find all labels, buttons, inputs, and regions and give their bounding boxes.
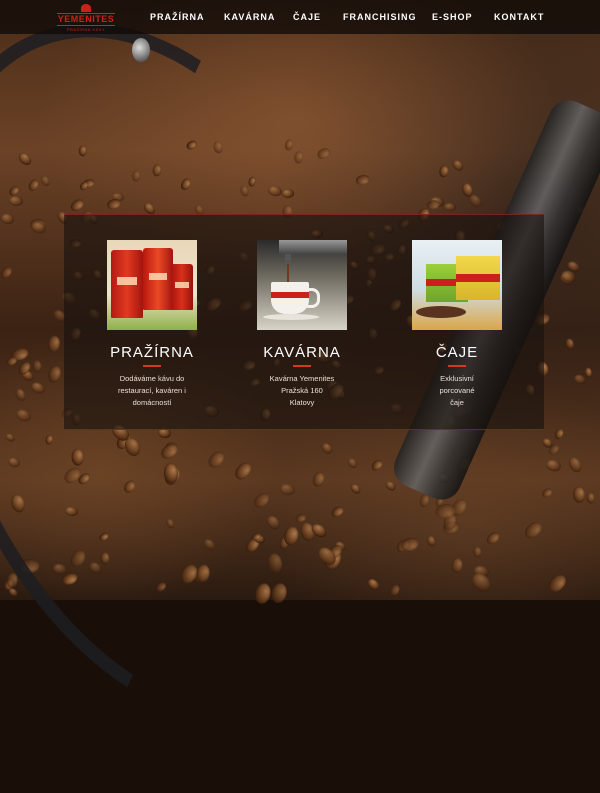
coffee-bean (438, 164, 449, 179)
service-card-prazirna[interactable]: PRAŽÍRNA Dodáváme kávu do restaurací, ka… (92, 240, 212, 409)
card-description: Exklusivní porcované čaje (439, 374, 475, 407)
coffee-bags-image[interactable] (107, 240, 197, 330)
nav-item-prazirna[interactable]: PRAŽÍRNA (150, 12, 205, 22)
coffee-bean (484, 529, 502, 547)
coffee-bean (522, 518, 546, 541)
card-title[interactable]: KAVÁRNA (242, 344, 362, 361)
title-underline (448, 365, 466, 367)
card-title[interactable]: PRAŽÍRNA (92, 344, 212, 361)
coffee-bean (315, 146, 332, 162)
main-nav: PRAŽÍRNA KAVÁRNA ČAJE FRANCHISING E-SHOP… (0, 0, 600, 34)
title-underline (143, 365, 161, 367)
title-underline (293, 365, 311, 367)
coffee-bean (443, 202, 456, 212)
card-description: Kavárna Yemenites Pražská 160 Klatovy (269, 374, 335, 407)
coffee-bean (564, 337, 576, 351)
coffee-bean (425, 534, 437, 548)
coffee-bean (473, 545, 483, 558)
coffee-bean (355, 174, 371, 187)
nav-item-eshop[interactable]: E-SHOP (432, 12, 473, 22)
top-navigation-bar: YEMENITES PRAŽÍRNA KÁVY PRAŽÍRNA KAVÁRNA… (0, 0, 600, 34)
coffee-bean (553, 426, 566, 440)
coffee-bean (545, 457, 563, 473)
coffee-bean (544, 570, 570, 596)
roaster-bolt (132, 38, 150, 62)
espresso-cup-image[interactable] (257, 240, 347, 330)
coffee-bean (541, 486, 555, 500)
coffee-bean (451, 557, 464, 574)
nav-item-kontakt[interactable]: KONTAKT (494, 12, 544, 22)
coffee-bean (451, 157, 466, 173)
nav-item-kavarna[interactable]: KAVÁRNA (224, 12, 275, 22)
service-card-caje[interactable]: ČAJE Exklusivní porcované čaje (397, 240, 517, 409)
coffee-bean (572, 486, 586, 504)
coffee-bean (585, 492, 596, 505)
card-title[interactable]: ČAJE (397, 344, 517, 361)
nav-item-franchising[interactable]: FRANCHISING (343, 12, 417, 22)
service-card-kavarna[interactable]: KAVÁRNA Kavárna Yemenites Pražská 160 Kl… (242, 240, 362, 409)
coffee-bean (426, 199, 441, 211)
nav-item-caje[interactable]: ČAJE (293, 12, 321, 22)
services-panel: PRAŽÍRNA Dodáváme kávu do restaurací, ka… (64, 214, 544, 430)
tea-boxes-image[interactable] (412, 240, 502, 330)
coffee-bean (566, 454, 585, 475)
coffee-bean (468, 569, 495, 595)
card-description: Dodáváme kávu do restaurací, kaváren i d… (118, 374, 186, 407)
